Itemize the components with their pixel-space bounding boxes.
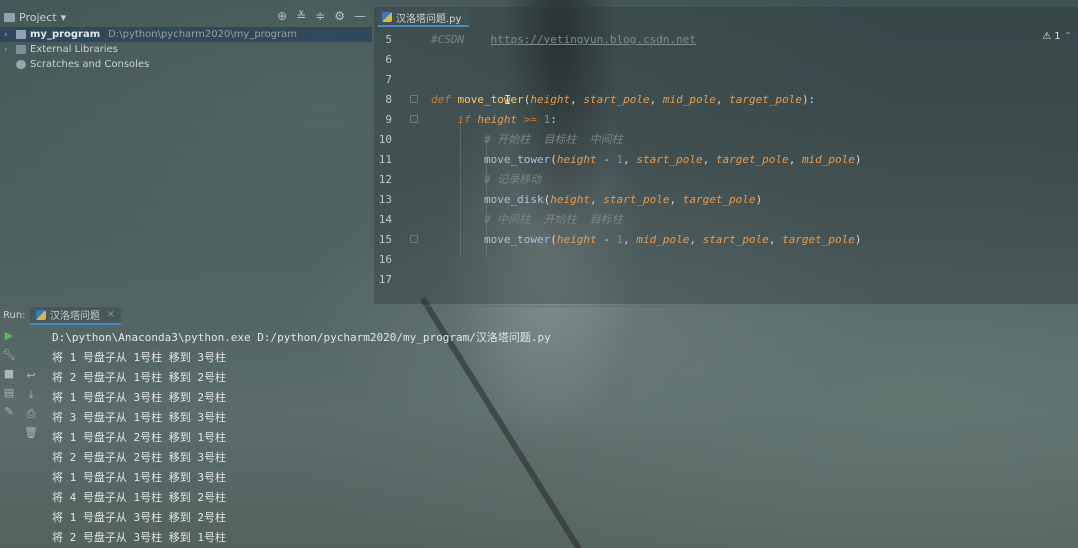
console-line: 将 1 号盘子从 1号柱 移到 3号柱 <box>52 351 226 364</box>
line-number: 12 <box>378 172 392 186</box>
gear-icon[interactable]: ⚙ <box>334 9 345 23</box>
line-number: 7 <box>385 72 392 86</box>
close-icon[interactable]: ✕ <box>107 310 115 320</box>
fold-marker-icon[interactable] <box>410 235 418 243</box>
code-line: 7 <box>374 69 1078 89</box>
fold-marker-icon[interactable] <box>410 115 418 123</box>
line-number: 14 <box>378 212 392 226</box>
line-number: 5 <box>385 32 392 46</box>
tree-item-path: D:\python\pycharm2020\my_program <box>108 29 298 40</box>
code-line: 17 <box>374 269 1078 289</box>
project-tree: › my_program D:\python\pycharm2020\my_pr… <box>0 27 372 72</box>
line-number: 6 <box>385 52 392 66</box>
line-number: 16 <box>378 252 392 266</box>
code-line: 10 # 开始柱 目标柱 中间柱 <box>374 129 1078 149</box>
code-line: 6 <box>374 49 1078 69</box>
run-label: Run: <box>3 310 26 321</box>
code-comment: #CSDN <box>431 32 465 46</box>
print-icon[interactable]: ⎙ <box>22 404 40 423</box>
text-cursor-icon: I <box>504 93 512 107</box>
editor-tab[interactable]: 汉洛塔问题.py <box>378 9 470 27</box>
code-line: 14 # 中间柱 开始柱 目标柱 <box>374 209 1078 229</box>
rerun-icon[interactable]: ▶ <box>0 326 18 345</box>
run-tab-label: 汉洛塔问题 <box>50 311 100 322</box>
code-line: 8 def move_tower(height, start_pole, mid… <box>374 89 1078 109</box>
tree-item-external-libraries[interactable]: › External Libraries <box>0 42 372 57</box>
scratches-icon <box>16 60 26 69</box>
function-name: move_tower <box>457 92 524 106</box>
editor-tab-bar: 汉洛塔问题.py <box>374 7 1078 27</box>
code-line: 15 move_tower(height - 1, mid_pole, star… <box>374 229 1078 249</box>
console-toolbar: ↩ ⤓ ⎙ 🗑︎ <box>22 366 40 442</box>
console-output[interactable]: D:\python\Anaconda3\python.exe D:/python… <box>52 328 551 548</box>
tree-item-label: Scratches and Consoles <box>30 59 150 70</box>
project-folder-icon <box>4 12 15 22</box>
python-file-icon <box>382 12 392 22</box>
editor-tab-label: 汉洛塔问题.py <box>396 13 462 25</box>
code-url[interactable]: https://yetingyun.blog.csdn.net <box>491 33 696 46</box>
fold-marker-icon[interactable] <box>410 95 418 103</box>
tree-item-scratches[interactable]: Scratches and Consoles <box>0 57 372 72</box>
code-line: 9 if height >= 1: <box>374 109 1078 129</box>
console-line: 将 4 号盘子从 1号柱 移到 2号柱 <box>52 491 226 504</box>
layout-icon[interactable]: ▤ <box>0 383 18 402</box>
project-panel-header: Project ▾ ⊕ ≚ ≑ ⚙ — <box>0 7 372 27</box>
console-line: 将 1 号盘子从 2号柱 移到 1号柱 <box>52 431 226 444</box>
run-tab[interactable]: 汉洛塔问题 ✕ <box>30 306 121 325</box>
console-line: 将 2 号盘子从 1号柱 移到 2号柱 <box>52 371 226 384</box>
wrench-icon[interactable]: 🔧︎ <box>0 345 18 364</box>
console-line: 将 1 号盘子从 3号柱 移到 2号柱 <box>52 511 226 524</box>
console-line: 将 2 号盘子从 2号柱 移到 3号柱 <box>52 451 226 464</box>
run-panel-header: Run: 汉洛塔问题 ✕ <box>0 306 1078 325</box>
line-number: 17 <box>378 272 392 286</box>
run-toolbar: ▶ 🔧︎ ■ ▤ ✎ <box>0 326 18 421</box>
chevron-down-icon: ▾ <box>60 10 67 24</box>
soft-wrap-icon[interactable]: ↩ <box>22 366 40 385</box>
line-number: 13 <box>378 192 392 206</box>
scroll-to-end-icon[interactable]: ⤓ <box>22 385 40 404</box>
tree-item-label: my_program <box>30 29 101 40</box>
trash-icon[interactable]: 🗑︎ <box>22 423 40 442</box>
code-line: 5 #CSDN https://yetingyun.blog.csdn.net <box>374 29 1078 49</box>
collapse-all-icon[interactable]: ≑ <box>315 9 325 23</box>
code-line: 11 move_tower(height - 1, start_pole, ta… <box>374 149 1078 169</box>
line-number: 9 <box>385 112 392 126</box>
hide-panel-icon[interactable]: — <box>354 9 366 23</box>
chevron-right-icon[interactable]: › <box>4 45 12 55</box>
line-number: 10 <box>378 132 392 146</box>
line-number: 11 <box>378 152 392 166</box>
code-line: 13 move_disk(height, start_pole, target_… <box>374 189 1078 209</box>
code-area[interactable]: 5 #CSDN https://yetingyun.blog.csdn.net … <box>374 29 1078 289</box>
project-title: Project <box>19 10 57 24</box>
console-line: 将 1 号盘子从 3号柱 移到 2号柱 <box>52 391 226 404</box>
pin-icon[interactable]: ✎ <box>0 402 18 421</box>
console-line: 将 2 号盘子从 3号柱 移到 1号柱 <box>52 531 226 544</box>
chevron-right-icon[interactable]: › <box>4 30 12 40</box>
code-line: 12 # 记录移动 <box>374 169 1078 189</box>
line-number: 8 <box>385 92 392 106</box>
tree-item-my-program[interactable]: › my_program D:\python\pycharm2020\my_pr… <box>0 27 372 42</box>
project-view-selector[interactable]: Project ▾ <box>0 11 66 24</box>
stop-icon[interactable]: ■ <box>0 364 18 383</box>
tree-item-label: External Libraries <box>30 44 118 55</box>
console-line: 将 1 号盘子从 1号柱 移到 3号柱 <box>52 471 226 484</box>
python-file-icon <box>36 309 46 320</box>
console-line: 将 3 号盘子从 1号柱 移到 3号柱 <box>52 411 226 424</box>
console-line: D:\python\Anaconda3\python.exe D:/python… <box>52 331 551 344</box>
folder-icon <box>16 30 26 39</box>
expand-all-icon[interactable]: ≚ <box>296 9 306 23</box>
code-editor: 汉洛塔问题.py ⚠ 1 ⌃ 5 #CSDN https://yetingyun… <box>374 7 1078 304</box>
line-number: 15 <box>378 232 392 246</box>
library-icon <box>16 45 26 54</box>
locate-icon[interactable]: ⊕ <box>277 9 287 23</box>
code-line: 16 <box>374 249 1078 269</box>
